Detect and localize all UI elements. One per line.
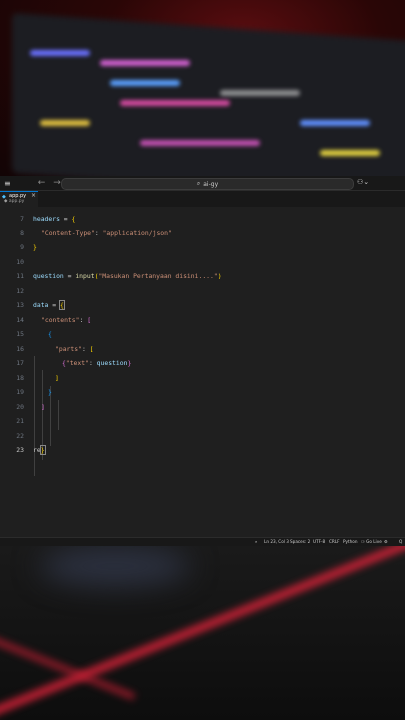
line-number: 18 (16, 374, 24, 382)
search-text: ai-gy (203, 180, 219, 188)
line-number: 23 (16, 446, 24, 454)
line-number: 19 (16, 388, 24, 396)
settings-icon[interactable]: ⚙ (384, 539, 388, 544)
code-text: data = { (33, 300, 65, 310)
code-text: "Content-Type": "application/json" (41, 229, 172, 237)
end-of-line[interactable]: CRLF (329, 539, 340, 544)
back-arrow-icon[interactable]: ← (38, 178, 46, 188)
language-mode[interactable]: Python (343, 539, 358, 544)
code-text: headers = { (33, 215, 76, 223)
menu-icon[interactable]: ≡ (4, 179, 11, 188)
code-text: re} (33, 445, 46, 455)
line-number: 11 (16, 272, 24, 280)
line-number: 12 (16, 287, 24, 295)
code-line-active: 23 re} (0, 443, 405, 457)
line-number: 20 (16, 403, 24, 411)
code-line: 11 question = input("Masukan Pertanyaan … (0, 269, 405, 283)
line-number: 10 (16, 258, 24, 266)
command-center-search[interactable]: ⌕ ai-gy (61, 178, 354, 190)
code-line: 14 "contents": [ (0, 313, 405, 327)
code-line: 8 "Content-Type": "application/json" (0, 226, 405, 240)
red-led-strip (0, 634, 136, 700)
background-photo-bottom (0, 546, 405, 720)
code-text: "contents": [ (41, 316, 92, 324)
code-text: } (33, 243, 37, 251)
code-line: 21 (0, 414, 405, 428)
code-line: 7 headers = { (0, 212, 405, 226)
code-line: 19 } (0, 385, 405, 399)
title-bar: ≡ ← → ⌕ ai-gy ⚇⌄ (0, 176, 405, 191)
line-number: 16 (16, 345, 24, 353)
code-line: 9 } (0, 240, 405, 254)
code-line: 12 (0, 284, 405, 298)
background-photo-top (0, 0, 405, 176)
search-icon: ⌕ (196, 180, 201, 187)
line-number: 17 (16, 359, 24, 367)
code-text: { (48, 330, 52, 338)
code-line: 16 "parts": [ (0, 342, 405, 356)
copilot-icon[interactable]: ⚇⌄ (357, 178, 369, 186)
code-text: } (48, 388, 52, 396)
line-number: 8 (20, 229, 24, 237)
code-line: 20 ] (0, 400, 405, 414)
line-number: 14 (16, 316, 24, 324)
code-line: 22 (0, 429, 405, 443)
code-text: "parts": [ (55, 345, 94, 353)
close-icon[interactable]: × (31, 192, 36, 199)
status-bar: ⌕ Ln 23, Col 3 Spaces: 2 UTF-8 CRLF Pyth… (0, 537, 405, 546)
cursor-position[interactable]: Ln 23, Col 3 (264, 539, 289, 544)
line-number: 15 (16, 330, 24, 338)
code-editor-window: ≡ ← → ⌕ ai-gy ⚇⌄ ◆ app.py × ◆ app.py 7 h… (0, 176, 405, 546)
line-number: 9 (20, 243, 24, 251)
code-line: 10 (0, 255, 405, 269)
line-number: 13 (16, 301, 24, 309)
code-line: 15 { (0, 327, 405, 341)
code-text: {"text": question} (62, 359, 132, 367)
code-line: 18 ] (0, 371, 405, 385)
forward-arrow-icon[interactable]: → (53, 178, 61, 188)
blurred-highlight (40, 546, 190, 586)
zoom-icon[interactable]: ⌕ (255, 539, 257, 544)
code-text: ] (55, 374, 59, 382)
indent-spaces[interactable]: Spaces: 2 (290, 539, 310, 544)
line-number: 21 (16, 417, 24, 425)
file-encoding[interactable]: UTF-8 (313, 539, 325, 544)
code-line: 17 {"text": question} (0, 356, 405, 370)
line-number: 22 (16, 432, 24, 440)
code-line: 13 data = { (0, 298, 405, 312)
breadcrumb[interactable]: ◆ app.py (4, 199, 24, 204)
tab-bar: ◆ app.py × ◆ app.py (0, 191, 405, 208)
go-live-button[interactable]: ⚆ Go Live (361, 539, 382, 544)
line-number: 7 (20, 215, 24, 223)
notification-icon[interactable]: Q (399, 539, 402, 544)
code-text: ] (41, 403, 45, 411)
code-text: question = input("Masukan Pertanyaan dis… (33, 272, 222, 280)
